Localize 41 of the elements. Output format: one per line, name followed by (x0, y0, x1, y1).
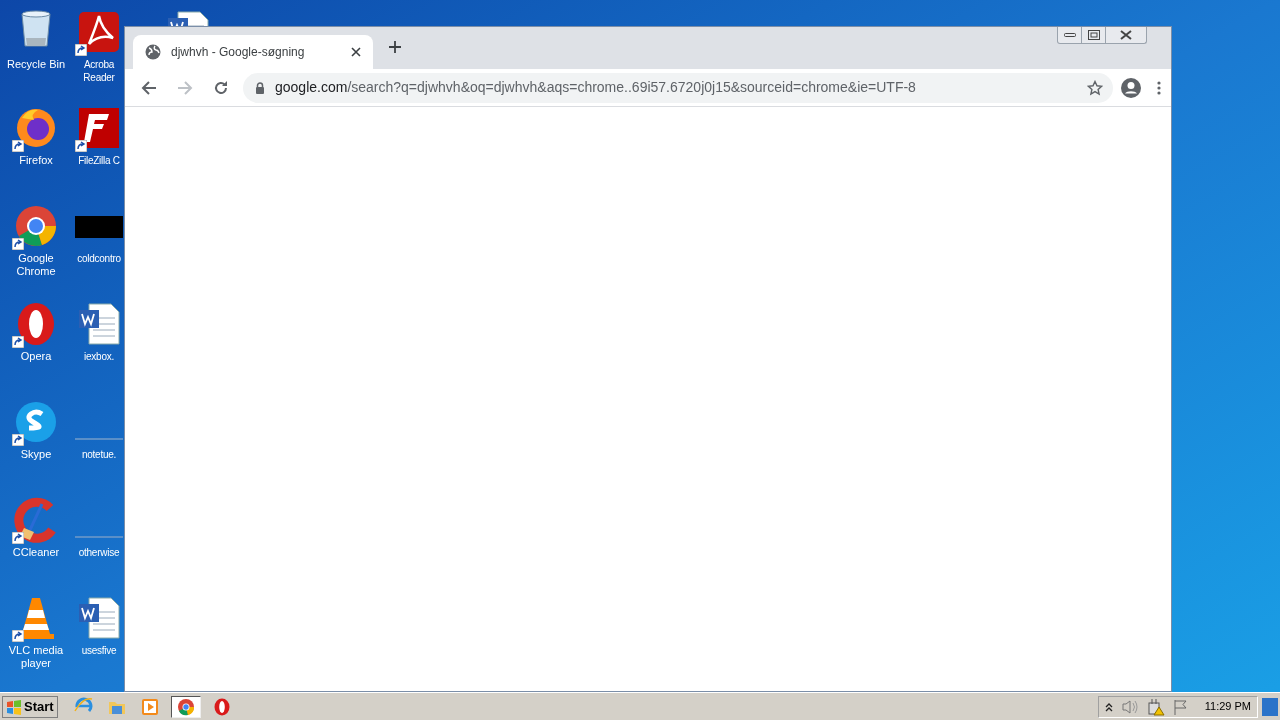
start-button[interactable]: Start (2, 695, 58, 718)
icon-label[interactable]: VLC media player (0, 644, 72, 670)
maximize-icon (1087, 30, 1100, 40)
close-tab-icon[interactable] (351, 47, 361, 57)
minimize-icon (1063, 32, 1076, 38)
icon-label[interactable]: Firefox (0, 154, 72, 167)
show-desktop-icon[interactable] (1262, 697, 1278, 716)
icon-label[interactable]: otherwise (74, 546, 124, 559)
icon-label[interactable]: Google Chrome (0, 252, 72, 278)
windows-logo-icon (6, 698, 22, 715)
tab-title: djwhvh - Google-søgning (171, 44, 306, 61)
forward-arrow-icon (177, 79, 193, 96)
icon-label[interactable]: iexbox. (74, 350, 124, 363)
address-bar[interactable]: google.com/search?q=djwhvh&oq=djwhvh&aqs=chrome..69i57.6720j0j15&sourceid=chrome&ie=UTF-8 (243, 72, 1113, 103)
network-warning-icon[interactable] (1146, 697, 1165, 716)
plus-icon (388, 40, 402, 54)
globe-icon (145, 44, 161, 60)
url-text: google.com/search?q=djwhvh&oq=djwhvh&aqs=chrome..69i57.6720j0j15&sourceid=chrome&ie=UTF-8 (275, 78, 916, 97)
browser-tab[interactable]: djwhvh - Google-søgning (133, 35, 373, 69)
icon-label[interactable]: notetue. (74, 448, 124, 461)
chrome-icon (175, 696, 196, 717)
clock[interactable]: 11:29 PM (1204, 698, 1251, 715)
icon-label[interactable]: Skype (0, 448, 72, 461)
reload-icon (213, 79, 229, 96)
icon-label[interactable]: usesfive (74, 644, 124, 657)
profile-avatar-icon[interactable] (1121, 77, 1141, 98)
menu-icon[interactable] (1157, 80, 1161, 95)
icon-label[interactable]: CCleaner (0, 546, 72, 559)
icon-label[interactable]: coldcontro (74, 252, 124, 265)
icon-label[interactable]: Acroba Reader (74, 58, 124, 84)
icon-label[interactable]: Recycle Bin (0, 58, 72, 71)
icon-label[interactable]: FileZilla C (74, 154, 124, 167)
icon-label[interactable]: Opera (0, 350, 72, 363)
lock-icon (255, 81, 265, 94)
bookmark-star-icon[interactable] (1087, 79, 1103, 96)
chevron-up-icon[interactable] (1104, 701, 1113, 712)
flag-icon[interactable] (1172, 698, 1189, 715)
close-icon (1120, 30, 1132, 40)
back-arrow-icon (141, 79, 157, 96)
taskbar-app-button[interactable] (170, 695, 201, 718)
media-player-icon (139, 696, 160, 717)
